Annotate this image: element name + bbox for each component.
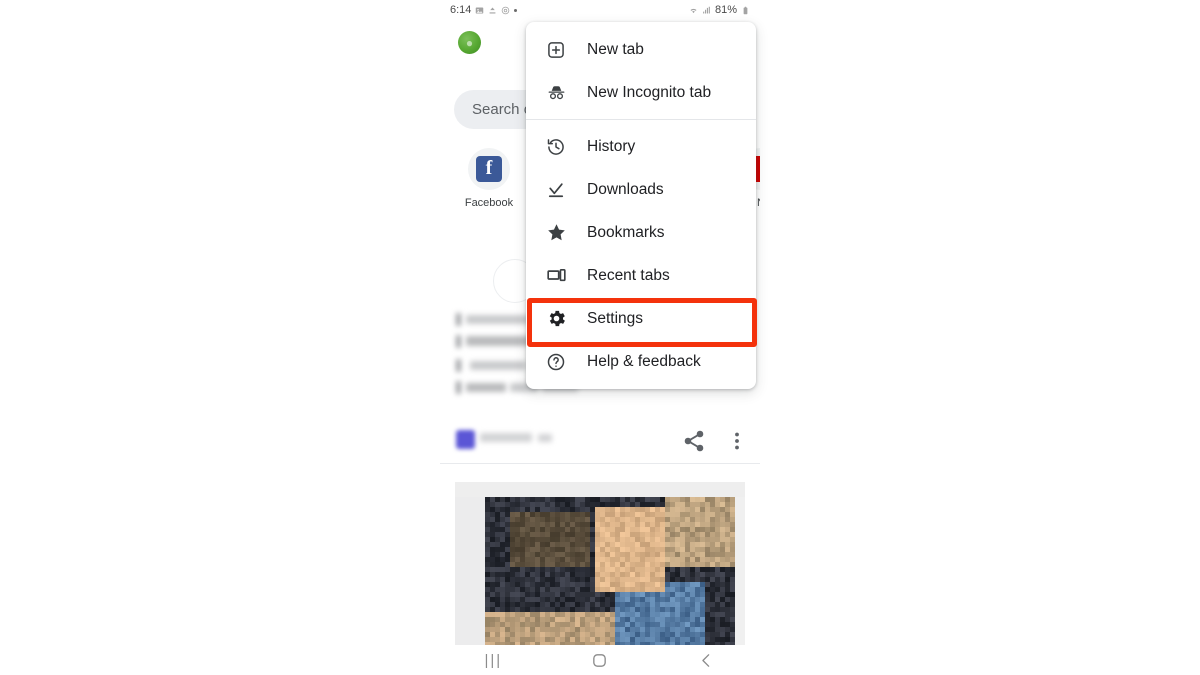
history-icon (545, 136, 567, 158)
shortcut-tile-label: Facebook (464, 197, 514, 209)
star-icon (545, 222, 567, 244)
incognito-icon (545, 82, 567, 104)
gear-icon (545, 308, 567, 330)
recents-button[interactable]: ||| (470, 647, 516, 673)
target-icon (502, 6, 510, 14)
menu-item-downloads[interactable]: Downloads (526, 168, 756, 211)
menu-item-label: Recent tabs (587, 266, 670, 284)
back-button[interactable] (684, 647, 730, 673)
recent-tabs-icon (545, 265, 567, 287)
chrome-overflow-menu: New tab New Incognito tab History Downlo… (526, 22, 756, 389)
menu-divider (526, 119, 756, 120)
avatar[interactable]: ● (458, 31, 481, 54)
status-bar-left: 6:14 (450, 4, 518, 16)
back-icon (702, 653, 710, 667)
help-icon (545, 351, 567, 373)
status-bar-right: 81% (689, 4, 750, 16)
menu-item-new-tab[interactable]: New tab (526, 28, 756, 71)
battery-icon (743, 6, 748, 14)
avatar-glyph: ● (465, 35, 474, 50)
menu-item-label: Settings (587, 309, 644, 327)
download-icon (545, 179, 567, 201)
share-icon[interactable] (682, 429, 706, 453)
new-tab-icon (545, 39, 567, 61)
facebook-icon: f (468, 148, 510, 190)
facebook-letter: f (476, 156, 502, 182)
menu-item-label: New Incognito tab (587, 83, 712, 101)
home-icon (593, 653, 607, 667)
status-bar: 6:14 81% (440, 0, 760, 20)
android-nav-bar: ||| (440, 645, 760, 675)
menu-item-history[interactable]: History (526, 125, 756, 168)
home-button[interactable] (577, 647, 623, 673)
search-input-text: Search o (472, 101, 533, 118)
image-icon (476, 7, 484, 13)
more-vertical-icon[interactable] (725, 429, 749, 453)
upload-icon (489, 7, 496, 13)
menu-item-label: Downloads (587, 180, 664, 198)
shortcut-tile-facebook[interactable]: f Facebook (452, 148, 526, 209)
menu-item-label: New tab (587, 40, 644, 58)
wifi-icon (690, 8, 697, 13)
status-bar-clock: 6:14 (450, 4, 472, 16)
signal-icon (703, 6, 710, 13)
menu-item-recent-tabs[interactable]: Recent tabs (526, 254, 756, 297)
menu-item-help-and-feedback[interactable]: Help & feedback (526, 340, 756, 383)
screenshot-canvas: 6:14 81% ● Search o f Facebook ||| New t… (0, 0, 1200, 675)
menu-item-bookmarks[interactable]: Bookmarks (526, 211, 756, 254)
menu-item-new-incognito-tab[interactable]: New Incognito tab (526, 71, 756, 114)
menu-item-label: Bookmarks (587, 223, 665, 241)
menu-item-settings[interactable]: Settings (526, 297, 756, 340)
menu-item-label: History (587, 137, 636, 155)
battery-percent-label: 81% (714, 4, 737, 16)
dot-icon (514, 8, 518, 12)
article-thumbnail[interactable] (455, 482, 745, 662)
article-action-row (440, 420, 760, 468)
menu-item-label: Help & feedback (587, 352, 701, 370)
